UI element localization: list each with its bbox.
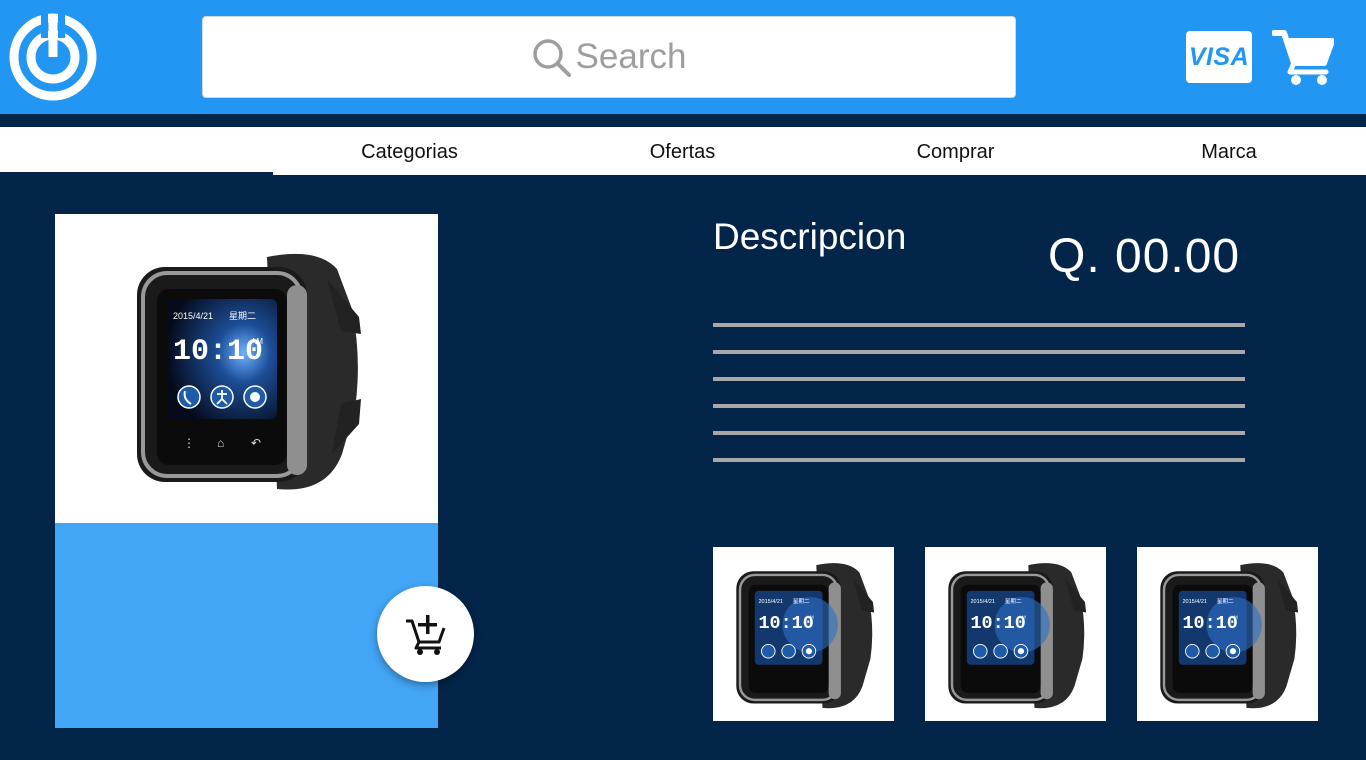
watch-ampm: AM [251, 337, 263, 346]
svg-text:2015/4/21: 2015/4/21 [1182, 599, 1207, 605]
svg-text:2015/4/21: 2015/4/21 [970, 599, 995, 605]
svg-text:AM: AM [806, 615, 813, 621]
svg-text:星期二: 星期二 [1004, 598, 1021, 605]
search-placeholder: Search [575, 37, 687, 76]
smartwatch-thumbnail-3[interactable]: 2015/4/21 星期二 10:10 AM [1137, 547, 1318, 721]
shopping-cart-icon[interactable] [1272, 28, 1334, 86]
smartwatch-thumbnail-1[interactable]: 2015/4/21 星期二 10:10 AM [713, 547, 894, 721]
svg-text:10:10: 10:10 [970, 613, 1025, 634]
visa-label: VISA [1188, 42, 1250, 71]
description-title: Descripcion [713, 216, 907, 257]
watch-date: 2015/4/21 [173, 311, 213, 321]
product-price: Q. 00.00 [1048, 230, 1241, 283]
svg-text:星期二: 星期二 [1216, 598, 1233, 605]
smartwatch-image[interactable]: 2015/4/21 星期二 10:10 AM ⋮ ⌂ ↶ [127, 239, 367, 499]
nav-item-marca[interactable]: Marca [1092, 127, 1366, 175]
header-divider [0, 114, 1366, 127]
top-header: Search VISA [0, 0, 1366, 114]
smartwatch-thumbnail-image: 2015/4/21 星期二 10:10 AM [1159, 563, 1298, 709]
add-to-cart-icon [405, 615, 445, 655]
description-line [713, 377, 1245, 381]
description-line [713, 458, 1245, 462]
smartwatch-thumbnail-2[interactable]: 2015/4/21 星期二 10:10 AM [925, 547, 1106, 721]
search-icon [532, 39, 571, 77]
add-to-cart-button[interactable] [377, 586, 474, 682]
description-line [713, 323, 1245, 327]
nav-item-categorias[interactable]: Categorias [273, 127, 546, 175]
description-line [713, 404, 1245, 408]
svg-text:星期二: 星期二 [792, 598, 809, 605]
svg-text:↶: ↶ [251, 436, 261, 450]
watch-day: 星期二 [229, 311, 256, 321]
svg-text:2015/4/21: 2015/4/21 [758, 599, 783, 605]
search-input[interactable]: Search [202, 16, 1016, 98]
product-image-container: 2015/4/21 星期二 10:10 AM ⋮ ⌂ ↶ [55, 214, 438, 523]
visa-payment-button[interactable]: VISA [1186, 31, 1252, 83]
nav-item-ofertas[interactable]: Ofertas [546, 127, 819, 175]
description-line [713, 431, 1245, 435]
nav-active-indicator [0, 172, 273, 175]
svg-text:10:10: 10:10 [1182, 613, 1237, 634]
watch-time: 10:10 [173, 335, 263, 369]
description-line [713, 350, 1245, 354]
power-target-logo-icon[interactable] [8, 12, 98, 102]
smartwatch-thumbnail-image: 2015/4/21 星期二 10:10 AM [735, 563, 874, 709]
svg-text:⋮: ⋮ [183, 436, 195, 450]
svg-text:AM: AM [1230, 615, 1237, 621]
smartwatch-thumbnail-image: 2015/4/21 星期二 10:10 AM [947, 563, 1086, 709]
svg-text:AM: AM [1018, 615, 1025, 621]
svg-text:⌂: ⌂ [217, 436, 224, 450]
nav-item-comprar[interactable]: Comprar [819, 127, 1092, 175]
svg-text:10:10: 10:10 [758, 613, 813, 634]
